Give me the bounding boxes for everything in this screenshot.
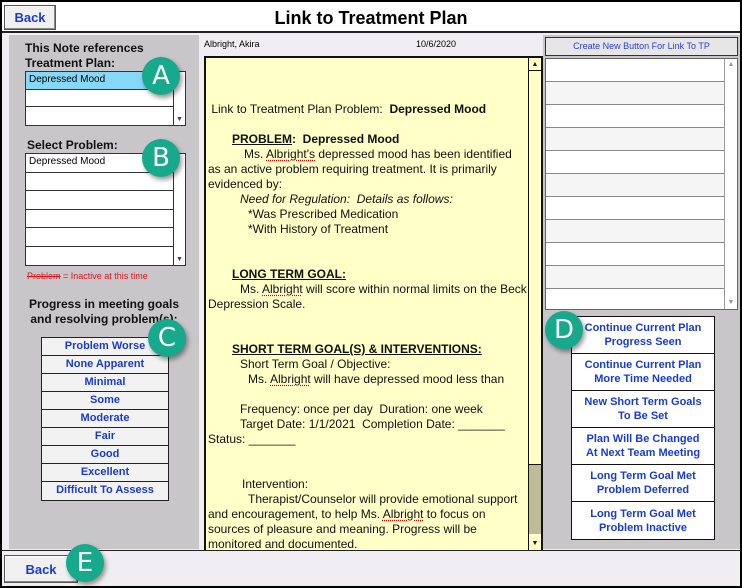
list-row[interactable]	[546, 174, 724, 197]
callout-badge-d: D	[545, 311, 583, 349]
treatment-plan-item[interactable]	[26, 107, 173, 125]
ltg-met-problem-deferred-button[interactable]: Long Term Goal Met Problem Deferred	[572, 465, 714, 502]
note-content[interactable]: Link to Treatment Plan Problem: Depresse…	[208, 58, 527, 550]
list-row[interactable]	[546, 243, 724, 266]
stg-description: Ms. Albright will have depressed mood le…	[248, 372, 505, 386]
note-scrollbar[interactable]: ▲ ▼	[528, 58, 541, 550]
regulation-line: Need for Regulation: Details as follows:	[240, 192, 453, 206]
note-date: 10/6/2020	[416, 39, 457, 49]
callout-badge-b: B	[142, 139, 180, 177]
list-row[interactable]	[546, 220, 724, 243]
progress-fair-button[interactable]: Fair	[42, 428, 168, 446]
callout-badge-c: C	[148, 319, 186, 357]
list-row[interactable]	[546, 59, 724, 82]
new-short-term-goals-button[interactable]: New Short Term Goals To Be Set	[572, 391, 714, 428]
callout-badge-e: E	[66, 544, 104, 582]
custom-buttons-list[interactable]: ▲ ▼	[545, 58, 738, 310]
progress-options: Problem Worse None Apparent Minimal Some…	[41, 337, 169, 501]
list-row[interactable]	[546, 266, 724, 289]
custom-list-scrollbar[interactable]: ▲ ▼	[724, 59, 737, 309]
link-to-treatment-plan-window: Back Link to Treatment Plan This Note re…	[2, 2, 740, 586]
inactive-legend-text: = Inactive at this time	[60, 271, 148, 281]
scroll-down-arrow-icon[interactable]: ▼	[725, 297, 737, 309]
footer: Back	[2, 550, 740, 586]
continue-plan-progress-seen-button[interactable]: Continue Current Plan Progress Seen	[572, 317, 714, 354]
create-new-button-for-link-to-tp[interactable]: Create New Button For Link To TP	[545, 37, 738, 56]
select-problem-label: Select Problem:	[27, 138, 118, 152]
detail-line: *With History of Treatment	[248, 222, 389, 236]
stg-heading: SHORT TERM GOAL(S) & INTERVENTIONS:	[232, 342, 482, 356]
scroll-down-arrow-icon[interactable]: ▼	[529, 537, 541, 550]
note-scrollbar-thumb[interactable]	[529, 464, 541, 534]
problem-description: Ms. Albright's depressed mood has been i…	[208, 147, 516, 191]
plan-will-be-changed-button[interactable]: Plan Will Be Changed At Next Team Meetin…	[572, 428, 714, 465]
list-row[interactable]	[546, 197, 724, 220]
right-panel: Create New Button For Link To TP ▲ ▼ Con…	[543, 35, 740, 549]
problem-item[interactable]	[26, 247, 173, 265]
note-link-line: Link to Treatment Plan Problem: Depresse…	[208, 102, 487, 116]
stg-objective-label: Short Term Goal / Objective:	[240, 357, 391, 371]
callout-badge-a: A	[142, 57, 180, 95]
ltg-heading-line: LONG TERM GOAL:	[232, 267, 346, 281]
patient-name: Albright, Akira	[204, 39, 260, 49]
inactive-legend-struck: Problem	[27, 271, 61, 281]
left-panel: This Note references Treatment Plan: Dep…	[9, 35, 199, 549]
list-row[interactable]	[546, 82, 724, 105]
header: Back Link to Treatment Plan	[2, 2, 740, 33]
problem-heading-line: PROBLEM: Depressed Mood	[232, 132, 400, 146]
list-row[interactable]	[546, 151, 724, 174]
page-title: Link to Treatment Plan	[274, 8, 468, 28]
problem-item[interactable]	[26, 228, 173, 247]
plan-decision-options: Continue Current Plan Progress Seen Cont…	[571, 316, 715, 540]
progress-moderate-button[interactable]: Moderate	[42, 410, 168, 428]
ltg-met-problem-inactive-button[interactable]: Long Term Goal Met Problem Inactive	[572, 502, 714, 539]
progress-some-button[interactable]: Some	[42, 392, 168, 410]
target-date-line: Target Date: 1/1/2021 Completion Date: _…	[240, 417, 505, 431]
progress-excellent-button[interactable]: Excellent	[42, 464, 168, 482]
list-row[interactable]	[546, 289, 724, 312]
continue-plan-more-time-button[interactable]: Continue Current Plan More Time Needed	[572, 354, 714, 391]
status-line: Status: _______	[208, 432, 296, 446]
problem-item[interactable]	[26, 210, 173, 228]
intervention-description: Therapist/Counselor will provide emotion…	[208, 492, 521, 550]
note-text-area[interactable]: Link to Treatment Plan Problem: Depresse…	[204, 56, 543, 552]
scroll-up-arrow-icon[interactable]: ▲	[529, 58, 541, 71]
problem-item[interactable]	[26, 173, 173, 191]
scroll-up-arrow-icon[interactable]: ▲	[725, 59, 737, 71]
progress-label-line1: Progress in meeting goals	[28, 297, 180, 311]
intervention-label: Intervention:	[242, 477, 309, 491]
progress-good-button[interactable]: Good	[42, 446, 168, 464]
scroll-down-arrow-icon[interactable]: ▼	[174, 254, 185, 265]
progress-minimal-button[interactable]: Minimal	[42, 374, 168, 392]
list-row[interactable]	[546, 105, 724, 128]
detail-line: *Was Prescribed Medication	[248, 207, 399, 221]
scroll-down-arrow-icon[interactable]: ▼	[174, 114, 185, 125]
problem-item[interactable]	[26, 191, 173, 210]
list-row[interactable]	[546, 128, 724, 151]
treatment-plan-label-line1: This Note references	[25, 41, 144, 55]
inactive-legend: Problem = Inactive at this time	[27, 271, 148, 281]
progress-difficult-to-assess-button[interactable]: Difficult To Assess	[42, 482, 168, 500]
ltg-description: Ms. Albright will score within normal li…	[208, 282, 527, 311]
frequency-line: Frequency: once per day Duration: one we…	[240, 402, 483, 416]
treatment-plan-label-line2: Treatment Plan:	[25, 56, 116, 70]
progress-none-apparent-button[interactable]: None Apparent	[42, 356, 168, 374]
